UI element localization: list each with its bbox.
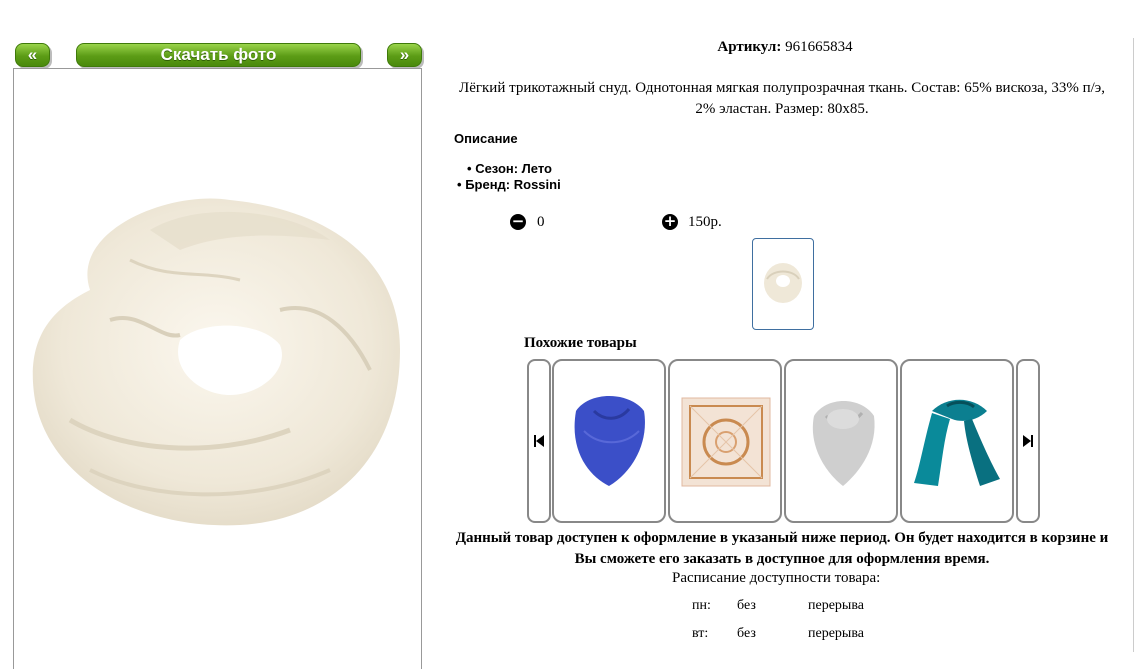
- season-item: • Сезон: Лето: [467, 161, 552, 176]
- carousel-next-button[interactable]: [1016, 359, 1040, 523]
- schedule-row-b: перерыва: [808, 598, 864, 613]
- season-text: Сезон: Лето: [475, 161, 552, 176]
- brand-item: • Бренд: Rossini: [457, 177, 561, 192]
- sku-line: Артикул: 961665834: [700, 39, 870, 56]
- schedule-row-a: без: [737, 626, 756, 641]
- similar-products-heading: Похожие товары: [524, 335, 637, 351]
- description-heading: Описание: [454, 131, 518, 146]
- schedule-title: Расписание доступности товара:: [672, 570, 881, 586]
- availability-notice: Данный товар доступен к оформление в ука…: [428, 528, 1136, 570]
- similar-item-4[interactable]: [900, 359, 1014, 523]
- photo-thumbnail[interactable]: [752, 238, 814, 330]
- notice-line-1: Данный товар доступен к оформление в ука…: [455, 530, 1109, 546]
- description-line-1: Лёгкий трикотажный снуд. Однотонная мягк…: [459, 80, 1105, 96]
- product-description: Лёгкий трикотажный снуд. Однотонная мягк…: [432, 78, 1132, 120]
- grey-scarf-icon: [812, 401, 875, 486]
- similar-item-2[interactable]: [668, 359, 782, 523]
- schedule-row-a: без: [737, 598, 756, 613]
- carousel-prev-button[interactable]: [527, 359, 551, 523]
- sku-value: 961665834: [785, 39, 853, 55]
- skip-back-icon: [534, 435, 544, 447]
- description-line-2: 2% эластан. Размер: 80х85.: [695, 101, 869, 117]
- blue-scarf-icon: [574, 396, 645, 486]
- bullet-icon: •: [467, 161, 472, 176]
- beige-pattern-square-scarf-icon: [681, 397, 771, 487]
- schedule-row-b: перерыва: [808, 626, 864, 641]
- quantity-value: 0: [537, 214, 545, 230]
- product-photo[interactable]: [30, 170, 410, 550]
- schedule-row-day: пн:: [692, 598, 711, 613]
- price-value: 150р.: [688, 214, 722, 230]
- notice-line-2: Вы сможете его заказать в доступное для …: [574, 551, 990, 567]
- schedule-row-day: вт:: [692, 626, 709, 641]
- snood-thumbnail-icon: [764, 263, 802, 303]
- download-photo-button[interactable]: Скачать фото: [76, 43, 361, 67]
- plus-icon[interactable]: +: [662, 214, 678, 230]
- bullet-icon: •: [457, 177, 462, 192]
- teal-scarf-icon: [914, 399, 1000, 486]
- sku-label: Артикул:: [717, 39, 782, 55]
- brand-text: Бренд: Rossini: [465, 177, 561, 192]
- next-photo-button[interactable]: »: [387, 43, 422, 67]
- prev-photo-button[interactable]: «: [15, 43, 50, 67]
- skip-forward-icon: [1023, 435, 1033, 447]
- minus-icon[interactable]: −: [510, 214, 526, 230]
- similar-item-3[interactable]: [784, 359, 898, 523]
- similar-item-1[interactable]: [552, 359, 666, 523]
